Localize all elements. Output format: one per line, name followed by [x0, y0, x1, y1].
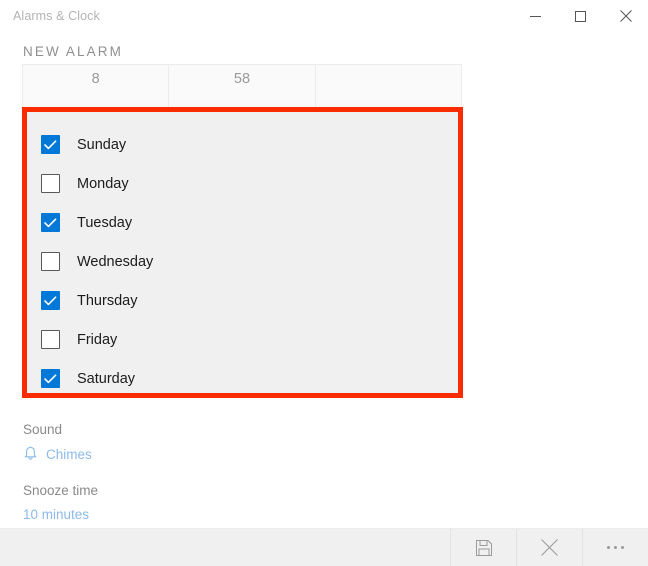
sound-section: Sound Chimes — [23, 422, 92, 462]
close-icon — [620, 10, 632, 22]
repeat-days-highlight: Sunday Monday Tuesday Wednesday Thursday Frid… — [22, 107, 463, 398]
day-row-sunday[interactable]: Sunday — [27, 125, 458, 164]
checkbox-checked-icon[interactable] — [41, 213, 60, 232]
day-row-saturday[interactable]: Saturday — [27, 359, 458, 398]
page-title: NEW ALARM — [23, 44, 123, 59]
sound-label: Sound — [23, 422, 92, 437]
day-label: Saturday — [77, 371, 135, 387]
maximize-icon — [575, 11, 586, 22]
checkbox-unchecked-icon[interactable] — [41, 252, 60, 271]
title-bar: Alarms & Clock — [0, 0, 648, 32]
time-picker[interactable]: 8 58 — [22, 64, 462, 109]
maximize-button[interactable] — [558, 0, 603, 32]
snooze-value: 10 minutes — [23, 507, 89, 522]
checkbox-unchecked-icon[interactable] — [41, 330, 60, 349]
sound-value: Chimes — [46, 447, 92, 462]
snooze-label: Snooze time — [23, 483, 98, 498]
day-row-monday[interactable]: Monday — [27, 164, 458, 203]
day-row-thursday[interactable]: Thursday — [27, 281, 458, 320]
window-title: Alarms & Clock — [0, 9, 100, 23]
close-button[interactable] — [603, 0, 648, 32]
checkbox-checked-icon[interactable] — [41, 135, 60, 154]
day-label: Tuesday — [77, 215, 132, 231]
checkbox-checked-icon[interactable] — [41, 369, 60, 388]
minute-picker-column[interactable]: 58 — [168, 65, 314, 108]
minute-value: 58 — [234, 72, 250, 108]
day-label: Friday — [77, 332, 117, 348]
day-label: Wednesday — [77, 254, 153, 270]
sound-selector[interactable]: Chimes — [23, 446, 92, 462]
minimize-icon — [530, 11, 541, 22]
cancel-button[interactable] — [516, 529, 582, 566]
hour-picker-column[interactable]: 8 — [23, 65, 168, 108]
checkbox-unchecked-icon[interactable] — [41, 174, 60, 193]
hour-value: 8 — [92, 72, 100, 108]
day-row-friday[interactable]: Friday — [27, 320, 458, 359]
day-row-wednesday[interactable]: Wednesday — [27, 242, 458, 281]
bell-icon — [23, 446, 38, 462]
period-picker-column[interactable] — [315, 65, 461, 108]
checkbox-checked-icon[interactable] — [41, 291, 60, 310]
cancel-icon — [541, 539, 558, 556]
window-controls — [513, 0, 648, 32]
day-row-tuesday[interactable]: Tuesday — [27, 203, 458, 242]
more-options-button[interactable] — [582, 529, 648, 566]
save-icon — [476, 540, 492, 556]
snooze-section: Snooze time 10 minutes — [23, 483, 98, 522]
command-bar — [0, 528, 648, 566]
save-button[interactable] — [450, 529, 516, 566]
snooze-selector[interactable]: 10 minutes — [23, 507, 98, 522]
day-label: Monday — [77, 176, 129, 192]
day-label: Sunday — [77, 137, 126, 153]
minimize-button[interactable] — [513, 0, 558, 32]
ellipsis-icon — [607, 546, 624, 549]
day-label: Thursday — [77, 293, 137, 309]
repeat-days-list: Sunday Monday Tuesday Wednesday Thursday Frid… — [27, 112, 458, 398]
